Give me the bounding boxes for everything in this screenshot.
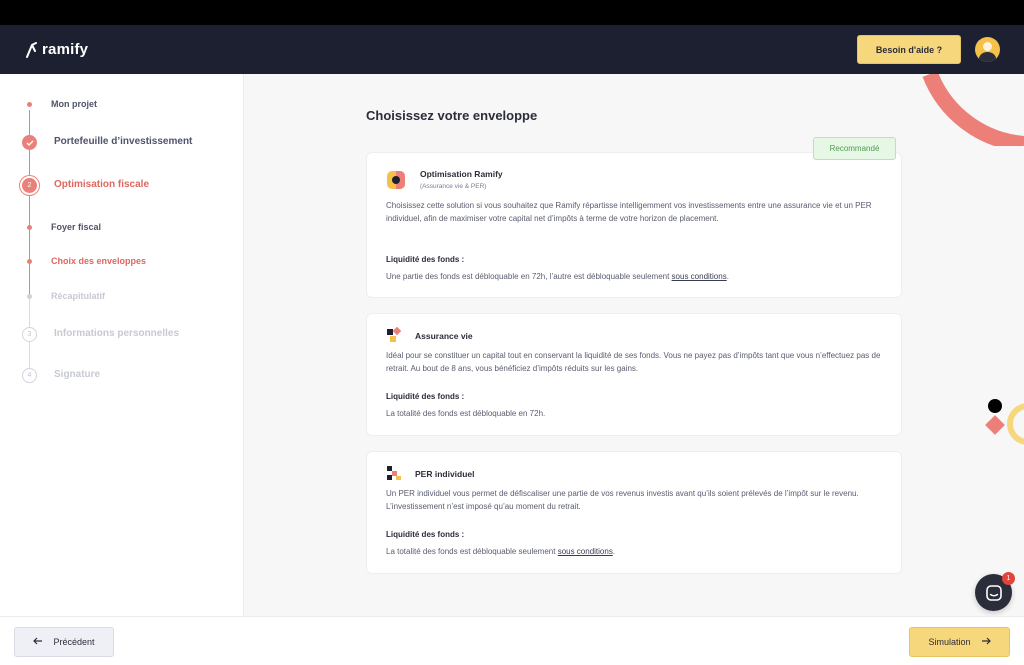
liquidity-title: Liquidité des fonds :: [386, 530, 465, 539]
recommended-badge: Recommandé: [813, 137, 896, 160]
top-strip: [0, 0, 1024, 25]
step-connector: [29, 195, 30, 295]
progress-sidebar: Mon projet Portefeuille d’investissement…: [0, 74, 244, 616]
user-avatar[interactable]: [975, 37, 1000, 62]
step-number-4: 4: [22, 368, 37, 383]
arrow-right-icon: [981, 637, 991, 647]
step-recapitulatif: Récapitulatif: [51, 291, 106, 301]
card-title: Assurance vie: [415, 331, 473, 341]
card-description: Un PER individuel vous permet de défisca…: [386, 489, 859, 511]
decorative-arc-icon: [922, 74, 1024, 146]
step-optimisation-fiscale[interactable]: Optimisation fiscale: [54, 179, 149, 190]
card-subtitle: (Assurance vie & PER): [420, 183, 487, 190]
simulation-button[interactable]: Simulation: [909, 627, 1010, 657]
previous-button[interactable]: Précédent: [14, 627, 114, 657]
liquidity-text: La totalité des fonds est débloquable se…: [386, 547, 616, 556]
footer-bar: Précédent Simulation: [0, 616, 1024, 665]
check-icon: [22, 135, 37, 150]
step-informations-personnelles: Informations personnelles: [54, 328, 180, 339]
envelope-card-optimisation-ramify[interactable]: Optimisation Ramify (Assurance vie & PER…: [366, 152, 902, 298]
step-dot: [27, 259, 32, 264]
arrow-left-icon: [33, 637, 43, 647]
conditions-link[interactable]: sous conditions: [558, 547, 613, 556]
step-choix-enveloppes[interactable]: Choix des enveloppes: [51, 256, 146, 266]
liquidity-title: Liquidité des fonds :: [386, 255, 465, 264]
envelope-card-per-individuel[interactable]: PER individuel Un PER individuel vous pe…: [366, 451, 902, 574]
card-title: PER individuel: [415, 469, 475, 479]
step-number-2: 2: [22, 178, 37, 193]
step-number-3: 3: [22, 327, 37, 342]
step-dot: [27, 225, 32, 230]
step-dot: [27, 102, 32, 107]
card-title: Optimisation Ramify: [420, 169, 503, 179]
card-description: Idéal pour se constituer un capital tout…: [386, 351, 881, 373]
step-dot: [27, 294, 32, 299]
optimisation-ramify-icon: [387, 171, 405, 189]
chat-icon: [985, 584, 1002, 601]
liquidity-title: Liquidité des fonds :: [386, 392, 465, 401]
simulation-label: Simulation: [928, 637, 971, 647]
step-foyer-fiscal[interactable]: Foyer fiscal: [51, 222, 101, 232]
help-button[interactable]: Besoin d'aide ?: [857, 35, 961, 64]
step-connector: [29, 150, 30, 178]
app-header: ramify Besoin d'aide ?: [0, 25, 1024, 74]
assurance-vie-icon: [387, 327, 402, 342]
ramify-logo-icon: [24, 41, 38, 58]
per-individuel-icon: [387, 466, 401, 480]
previous-label: Précédent: [53, 637, 95, 647]
liquidity-text: Une partie des fonds est débloquable en …: [386, 272, 729, 281]
decorative-shapes-icon: [985, 399, 1024, 445]
page-title: Choisissez votre enveloppe: [366, 108, 538, 123]
step-connector: [29, 298, 30, 328]
envelope-card-assurance-vie[interactable]: Assurance vie Idéal pour se constituer u…: [366, 313, 902, 436]
chat-notification-badge: 1: [1002, 572, 1015, 585]
liquidity-text: La totalité des fonds est débloquable en…: [386, 409, 546, 418]
conditions-link[interactable]: sous conditions: [672, 272, 727, 281]
ramify-logo[interactable]: ramify: [24, 41, 88, 58]
card-description: Choisissez cette solution si vous souhai…: [386, 201, 872, 223]
step-portefeuille[interactable]: Portefeuille d’investissement: [54, 136, 192, 147]
logo-text: ramify: [42, 41, 89, 58]
step-signature: Signature: [54, 369, 101, 380]
step-mon-projet[interactable]: Mon projet: [51, 99, 97, 109]
